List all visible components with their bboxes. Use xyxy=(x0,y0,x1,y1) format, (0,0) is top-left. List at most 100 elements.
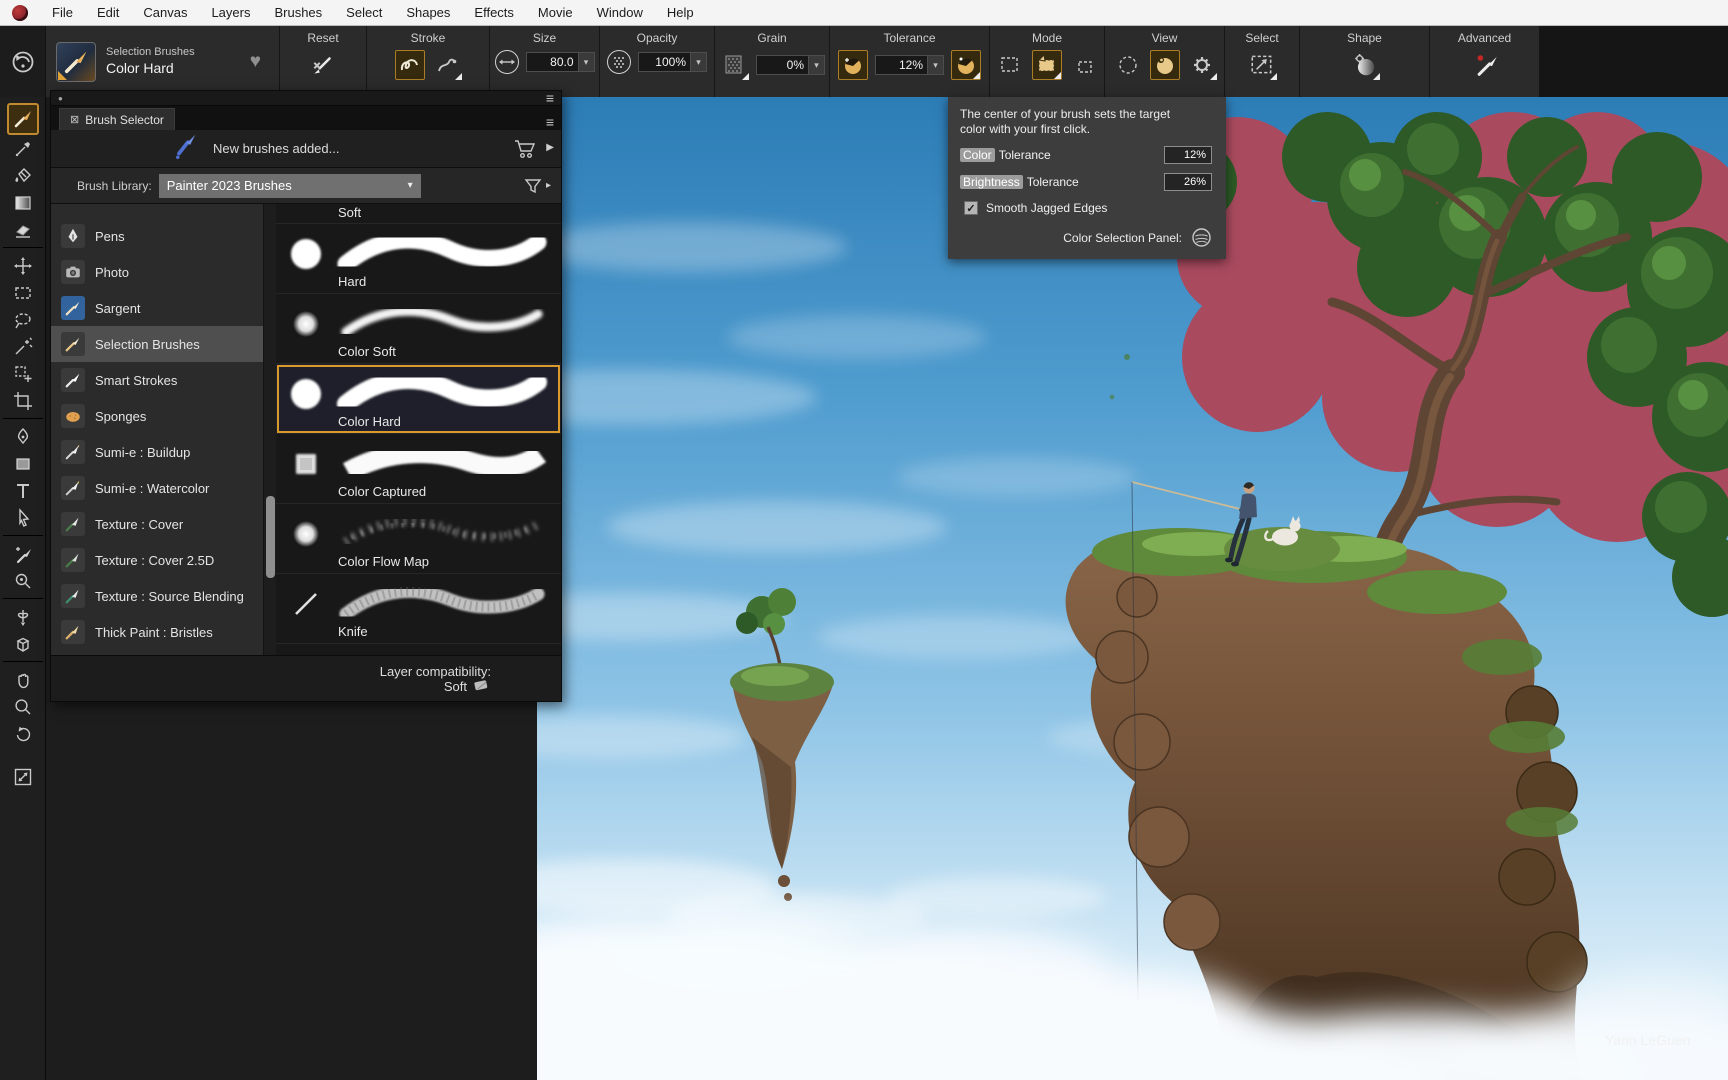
mode-new-selection-icon[interactable] xyxy=(995,50,1025,80)
tool-navigator[interactable] xyxy=(7,763,39,790)
menu-window[interactable]: Window xyxy=(597,5,643,20)
panel-grip[interactable]: ● ≡ xyxy=(51,91,561,106)
opacity-value[interactable]: 100% xyxy=(638,52,690,72)
menu-select[interactable]: Select xyxy=(346,5,382,20)
grain-dropdown[interactable]: ▾ xyxy=(808,55,825,75)
variant-soft[interactable]: Soft xyxy=(276,204,561,224)
menu-canvas[interactable]: Canvas xyxy=(143,5,187,20)
smooth-jagged-edges-checkbox[interactable]: ✓ xyxy=(964,201,978,215)
tool-grabber-hand[interactable] xyxy=(7,666,39,693)
brightness-tolerance-row: Brightness Tolerance 26% xyxy=(960,173,1214,191)
variant-knife[interactable]: Knife xyxy=(276,574,561,644)
advanced-brush-icon[interactable] xyxy=(1470,50,1500,80)
variant-color-captured[interactable]: Color Captured xyxy=(276,434,561,504)
tool-dropper[interactable] xyxy=(7,135,39,162)
menu-effects[interactable]: Effects xyxy=(474,5,514,20)
banner-flyout-arrow-icon[interactable]: ▶ xyxy=(546,142,554,153)
view-marching-ants-icon[interactable] xyxy=(1113,50,1143,80)
tab-options-hamburger-icon[interactable]: ≡ xyxy=(546,114,561,130)
color-tolerance-value[interactable]: 12% xyxy=(1164,146,1212,164)
tool-eraser[interactable] xyxy=(7,216,39,243)
menu-edit[interactable]: Edit xyxy=(97,5,119,20)
menu-movie[interactable]: Movie xyxy=(538,5,573,20)
variant-color-flow-map[interactable]: Color Flow Map xyxy=(276,504,561,574)
tool-lasso[interactable] xyxy=(7,306,39,333)
tool-rectangular-selection[interactable] xyxy=(7,279,39,306)
tool-magnifier[interactable] xyxy=(7,693,39,720)
tool-gradient[interactable] xyxy=(7,189,39,216)
size-value[interactable]: 80.0 xyxy=(526,52,578,72)
menu-brushes[interactable]: Brushes xyxy=(274,5,322,20)
brightness-tolerance-slider-thumb[interactable]: Brightness xyxy=(960,175,1023,189)
panel-collapse-dot-icon[interactable]: ● xyxy=(58,94,63,103)
shape-sphere-icon[interactable] xyxy=(1350,50,1380,80)
tool-brush[interactable] xyxy=(7,103,39,135)
menu-layers[interactable]: Layers xyxy=(211,5,250,20)
tolerance-sampling-icon[interactable] xyxy=(951,50,981,80)
favorite-heart-icon[interactable]: ♥ xyxy=(250,51,261,73)
current-brush-icon[interactable] xyxy=(56,42,96,82)
select-transform-icon[interactable] xyxy=(1247,50,1277,80)
grain-value[interactable]: 0% xyxy=(756,55,808,75)
tool-cloner[interactable] xyxy=(7,540,39,567)
category-sponges[interactable]: Sponges xyxy=(51,398,263,434)
tab-brush-selector[interactable]: ⊠ Brush Selector xyxy=(59,108,175,130)
tool-crop[interactable] xyxy=(7,387,39,414)
opacity-dropdown[interactable]: ▾ xyxy=(690,52,707,72)
menu-file[interactable]: File xyxy=(52,5,73,20)
tool-rectangular-shape[interactable] xyxy=(7,450,39,477)
tool-paint-bucket[interactable] xyxy=(7,162,39,189)
menu-shapes[interactable]: Shapes xyxy=(406,5,450,20)
size-dropdown[interactable]: ▾ xyxy=(578,52,595,72)
size-icon[interactable] xyxy=(495,50,519,74)
tool-rubber-stamp[interactable] xyxy=(7,567,39,594)
mode-subtract-selection-icon[interactable] xyxy=(1069,50,1099,80)
tool-text[interactable] xyxy=(7,477,39,504)
view-settings-gear-icon[interactable] xyxy=(1187,50,1217,80)
category-selection-brushes[interactable]: Selection Brushes xyxy=(51,326,263,362)
category-scrollbar-thumb[interactable] xyxy=(266,496,275,578)
menu-help[interactable]: Help xyxy=(667,5,694,20)
brush-library-select[interactable]: Painter 2023 Brushes ▾ xyxy=(159,174,421,198)
category-sargent[interactable]: Sargent xyxy=(51,290,263,326)
variant-hard[interactable]: Hard xyxy=(276,224,561,294)
tool-rotate-page[interactable] xyxy=(7,720,39,747)
category-scrollbar[interactable] xyxy=(263,204,276,655)
tolerance-dropdown[interactable]: ▾ xyxy=(927,55,944,75)
tool-magic-wand[interactable] xyxy=(7,333,39,360)
new-brushes-banner[interactable]: New brushes added... ▶ xyxy=(51,130,561,168)
opacity-icon[interactable] xyxy=(607,50,631,74)
category-sumie-buildup[interactable]: Sumi-e : Buildup xyxy=(51,434,263,470)
category-smart-strokes[interactable]: Smart Strokes xyxy=(51,362,263,398)
category-sumie-watercolor[interactable]: Sumi-e : Watercolor xyxy=(51,470,263,506)
tool-mirror-painting[interactable] xyxy=(7,603,39,630)
view-overlay-icon[interactable] xyxy=(1150,50,1180,80)
tool-transform[interactable] xyxy=(7,360,39,387)
mode-add-selection-icon[interactable] xyxy=(1032,50,1062,80)
reset-brush-icon[interactable] xyxy=(308,50,338,80)
tolerance-value[interactable]: 12% xyxy=(875,55,927,75)
tolerance-ball-icon[interactable] xyxy=(838,50,868,80)
brightness-tolerance-value[interactable]: 26% xyxy=(1164,173,1212,191)
tool-shape-selection[interactable] xyxy=(7,504,39,531)
freehand-stroke-icon[interactable] xyxy=(395,50,425,80)
tool-layer-adjuster[interactable] xyxy=(7,252,39,279)
tool-pen[interactable] xyxy=(7,423,39,450)
tool-perspective-guides[interactable] xyxy=(7,630,39,657)
variant-color-soft[interactable]: Color Soft xyxy=(276,294,561,364)
straight-stroke-icon[interactable] xyxy=(432,50,462,80)
category-photo[interactable]: Photo xyxy=(51,254,263,290)
variant-color-hard[interactable]: Color Hard xyxy=(276,364,561,434)
refresh-icon[interactable] xyxy=(10,49,36,75)
color-tolerance-slider-thumb[interactable]: Color xyxy=(960,148,995,162)
grain-icon[interactable] xyxy=(719,50,749,80)
category-texture-cover[interactable]: Texture : Cover xyxy=(51,506,263,542)
panel-options-hamburger-icon[interactable]: ≡ xyxy=(546,93,554,103)
category-texture-source-blending[interactable]: Texture : Source Blending xyxy=(51,578,263,614)
category-pens[interactable]: Pens xyxy=(51,218,263,254)
shopping-cart-icon[interactable] xyxy=(513,138,537,165)
color-selection-panel-icon[interactable] xyxy=(1191,227,1212,248)
category-thick-paint-bristles[interactable]: Thick Paint : Bristles xyxy=(51,614,263,650)
filter-funnel-icon[interactable]: ▸ xyxy=(523,176,551,196)
category-texture-cover-25d[interactable]: Texture : Cover 2.5D xyxy=(51,542,263,578)
